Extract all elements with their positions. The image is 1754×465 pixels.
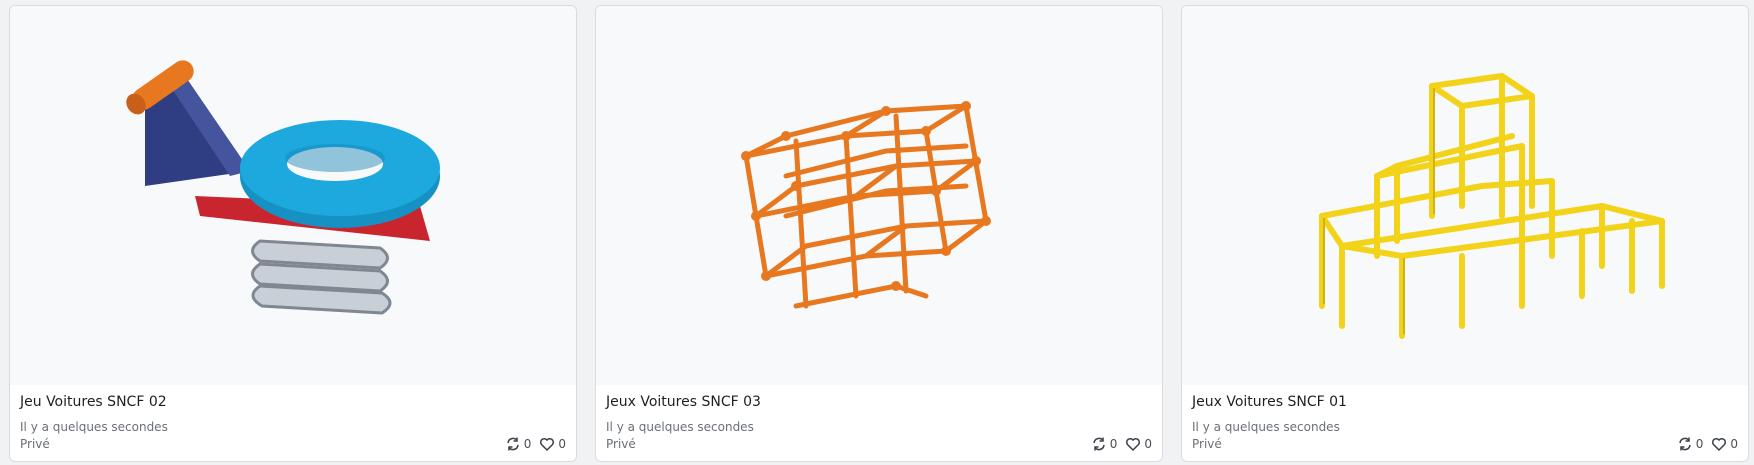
heart-icon[interactable] — [539, 436, 555, 452]
heart-icon[interactable] — [1125, 436, 1141, 452]
spring-rider-icon — [126, 60, 440, 315]
remix-icon — [1677, 436, 1693, 452]
like-count: 0 — [1144, 437, 1152, 451]
heart-icon[interactable] — [1711, 436, 1727, 452]
design-card[interactable]: Jeu Voitures SNCF 02 Il y a quelques sec… — [9, 5, 577, 462]
design-privacy: Privé — [20, 437, 50, 451]
design-stats: 0 0 — [1677, 436, 1738, 452]
design-title[interactable]: Jeu Voitures SNCF 02 — [20, 394, 167, 410]
remix-count: 0 — [1695, 437, 1704, 451]
design-thumbnail[interactable] — [1182, 6, 1748, 385]
design-thumbnail[interactable] — [10, 6, 576, 385]
design-stats: 0 0 — [1091, 436, 1152, 452]
design-title[interactable]: Jeux Voitures SNCF 03 — [606, 394, 761, 410]
design-privacy: Privé — [1192, 437, 1222, 451]
lattice-icon — [741, 101, 991, 309]
design-thumbnail[interactable] — [596, 6, 1162, 385]
remix-icon — [505, 436, 521, 452]
remix-icon — [1091, 436, 1107, 452]
design-title[interactable]: Jeux Voitures SNCF 01 — [1192, 394, 1347, 410]
design-card[interactable]: Jeux Voitures SNCF 03 Il y a quelques se… — [595, 5, 1163, 462]
design-privacy: Privé — [606, 437, 636, 451]
remix-count: 0 — [523, 437, 532, 451]
design-card[interactable]: Jeux Voitures SNCF 01 Il y a quelques se… — [1181, 5, 1749, 462]
like-count: 0 — [558, 437, 566, 451]
design-timestamp: Il y a quelques secondes — [1192, 420, 1340, 434]
design-timestamp: Il y a quelques secondes — [20, 420, 168, 434]
like-count: 0 — [1730, 437, 1738, 451]
designs-grid: Jeu Voitures SNCF 02 Il y a quelques sec… — [0, 0, 1754, 465]
climbing-frame-icon — [1319, 73, 1665, 339]
design-timestamp: Il y a quelques secondes — [606, 420, 754, 434]
remix-count: 0 — [1109, 437, 1118, 451]
design-stats: 0 0 — [505, 436, 566, 452]
